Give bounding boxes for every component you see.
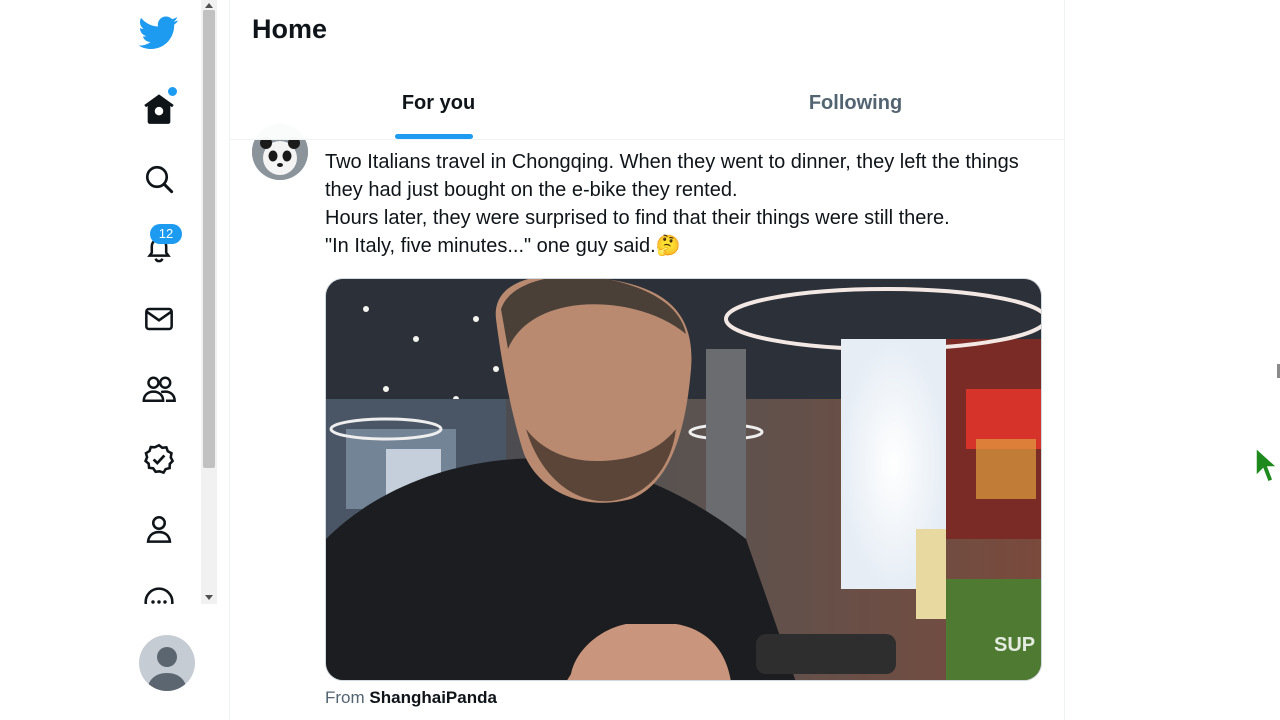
nav-messages[interactable] xyxy=(134,294,184,344)
timeline-header: Home For you Following xyxy=(230,0,1064,140)
nav-more[interactable] xyxy=(134,574,184,604)
tweet-video[interactable]: SUP xyxy=(325,278,1042,681)
twitter-logo-icon xyxy=(139,16,179,49)
profile-icon xyxy=(146,515,172,543)
timeline-column: Two Italians travel in Chongqing. When t… xyxy=(229,0,1065,720)
video-source: From ShanghaiPanda xyxy=(325,688,497,708)
new-posts-dot xyxy=(168,87,177,96)
tweet-text-line: Two Italians travel in Chongqing. When t… xyxy=(325,151,1019,201)
triangle-down-icon xyxy=(205,594,213,600)
tab-following[interactable]: Following xyxy=(647,68,1064,140)
sidebar-scrollbar[interactable] xyxy=(201,0,217,604)
tab-label: Following xyxy=(808,92,903,114)
home-icon xyxy=(144,94,174,124)
notification-count-badge: 12 xyxy=(150,224,182,244)
nav-verified[interactable] xyxy=(134,434,184,484)
triangle-up-icon xyxy=(205,2,213,8)
nav-notifications[interactable]: 12 xyxy=(134,224,184,274)
scroll-up-arrow[interactable] xyxy=(201,0,217,10)
video-frame: SUP xyxy=(326,279,1041,680)
search-icon xyxy=(145,165,174,194)
more-icon xyxy=(144,587,174,604)
nav-profile[interactable] xyxy=(134,504,184,554)
nav-communities[interactable] xyxy=(134,364,184,414)
tweet-text: Two Italians travel in Chongqing. When t… xyxy=(325,148,1045,260)
account-avatar[interactable] xyxy=(139,635,195,691)
mouse-cursor-icon xyxy=(1255,446,1278,483)
tab-label: For you xyxy=(401,92,476,114)
communities-icon xyxy=(142,376,176,403)
source-account-link[interactable]: ShanghaiPanda xyxy=(369,688,497,707)
scroll-down-arrow[interactable] xyxy=(201,590,217,604)
video-watermark: SUP xyxy=(994,634,1035,656)
left-sidebar: 12 xyxy=(0,0,217,720)
verified-icon xyxy=(144,443,175,475)
mail-icon xyxy=(145,307,173,331)
nav-explore[interactable] xyxy=(134,154,184,204)
scrollbar-thumb[interactable] xyxy=(203,10,215,468)
page-title: Home xyxy=(252,14,328,44)
active-tab-indicator xyxy=(395,134,473,139)
from-prefix: From xyxy=(325,688,365,707)
twitter-logo-link[interactable] xyxy=(134,8,184,58)
default-avatar-icon xyxy=(147,647,187,691)
tweet-text-line: "In Italy, five minutes..." one guy said… xyxy=(325,235,681,257)
tweet-text-line: Hours later, they were surprised to find… xyxy=(325,207,950,229)
tab-for-you[interactable]: For you xyxy=(230,68,647,140)
nav-home[interactable] xyxy=(134,84,184,134)
